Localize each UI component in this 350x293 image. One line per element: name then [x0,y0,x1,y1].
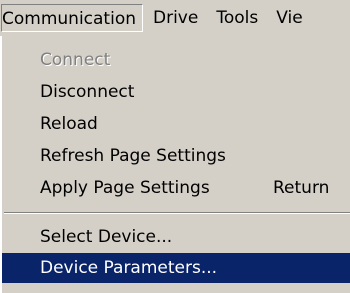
menu-item-disconnect[interactable]: Disconnect [2,76,350,108]
menu-separator [4,212,350,214]
menu-item-shortcut: Return [273,178,330,198]
menu-drive[interactable]: Drive [145,4,206,32]
menu-item-label: Connect [40,50,111,70]
menu-item-label: Reload [40,114,98,134]
menu-item-connect: Connect [2,44,350,76]
menu-item-label: Select Device... [40,227,173,247]
menu-tools[interactable]: Tools [208,4,266,32]
menu-item-apply-page-settings[interactable]: Apply Page Settings Return [2,172,350,204]
communication-dropdown-menu: Connect Disconnect Reload Refresh Page S… [0,36,350,293]
menu-item-select-device[interactable]: Select Device... [2,221,350,253]
menu-view[interactable]: Vie [268,4,310,32]
menu-bar: Communication Drive Tools Vie [0,0,350,36]
menu-item-device-parameters[interactable]: Device Parameters... [2,253,350,283]
menu-item-label: Apply Page Settings [40,178,210,198]
menu-item-label: Refresh Page Settings [40,146,226,166]
menu-item-label: Device Parameters... [40,258,218,278]
menu-item-reload[interactable]: Reload [2,108,350,140]
menu-item-label: Disconnect [40,82,135,102]
menu-communication[interactable]: Communication [1,4,143,32]
menu-item-refresh-page-settings[interactable]: Refresh Page Settings [2,140,350,172]
